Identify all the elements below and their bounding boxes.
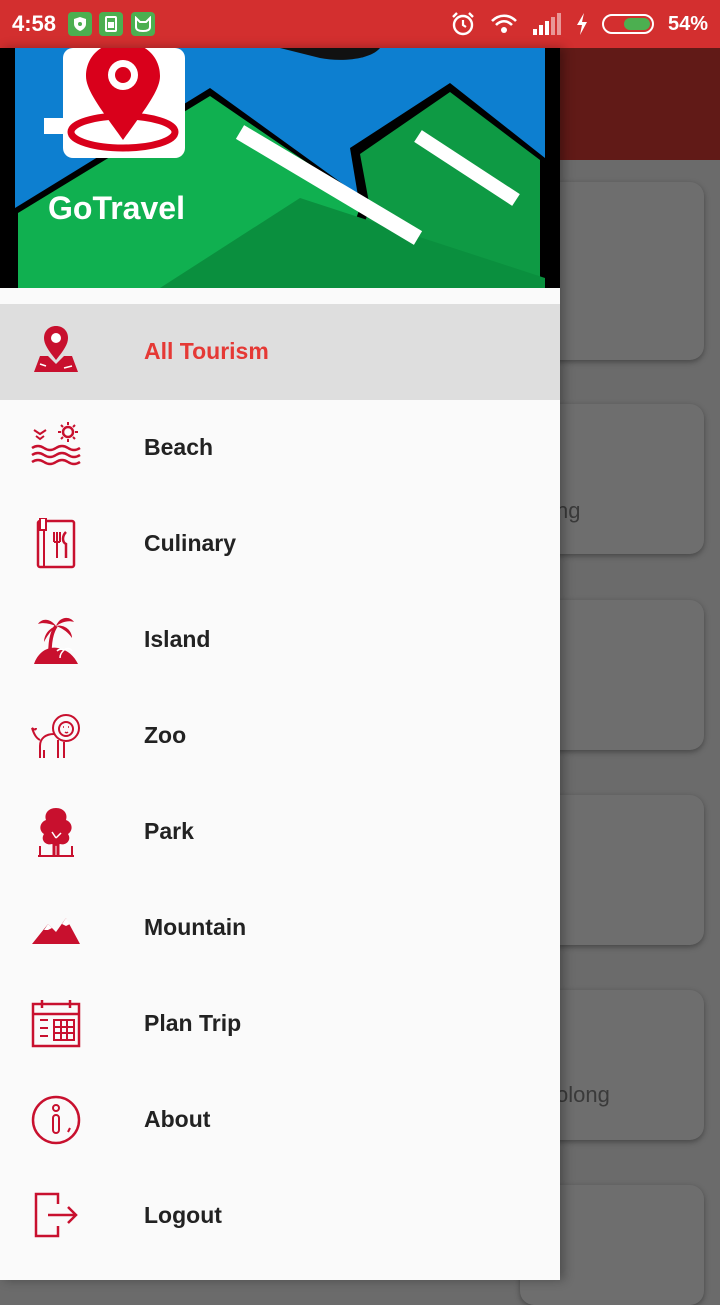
menu-item-about[interactable]: About (0, 1072, 560, 1168)
map-pin-icon (34, 326, 78, 372)
logout-icon (34, 1192, 78, 1238)
menu-item-label: Island (144, 626, 211, 652)
menu-item-mountain[interactable]: Mountain (0, 880, 560, 976)
menu-item-label: Plan Trip (144, 1010, 242, 1036)
background-card-text: olong (556, 1082, 610, 1107)
beach-waves-icon (31, 422, 81, 466)
menu-item-park[interactable]: Park (0, 784, 560, 880)
menu-item-all-tourism[interactable]: All Tourism (0, 304, 560, 400)
info-icon (31, 1095, 81, 1145)
cat-icon (131, 12, 155, 36)
menu-item-label: Culinary (144, 530, 237, 556)
calendar-icon (31, 1000, 81, 1048)
wifi-icon (491, 14, 517, 33)
menu-item-culinary[interactable]: Culinary (0, 496, 560, 592)
app-name: GoTravel (48, 190, 185, 226)
battery-percentage: 54% (667, 12, 708, 35)
mountain-icon (32, 918, 80, 944)
drawer-menu: All Tourism Beach Culinary Island Zoo Pa… (0, 304, 560, 1264)
menu-item-beach[interactable]: Beach (0, 400, 560, 496)
menu-item-zoo[interactable]: Zoo (0, 688, 560, 784)
menu-item-island[interactable]: Island (0, 592, 560, 688)
menu-item-label: About (144, 1106, 211, 1132)
charging-icon (576, 13, 587, 35)
menu-item-label: Mountain (144, 914, 247, 940)
header-landscape-illustration (0, 48, 560, 288)
navigation-drawer: GoTravel All Tourism Beach Culinary Isla… (0, 48, 560, 1280)
menu-item-logout[interactable]: Logout (0, 1168, 560, 1264)
drawer-header: GoTravel (0, 48, 560, 288)
menu-item-label: All Tourism (144, 338, 269, 364)
signal-icon (532, 13, 561, 35)
menu-item-label: Zoo (144, 722, 187, 748)
alarm-icon (452, 12, 474, 36)
battery-icon (601, 14, 654, 34)
tree-icon (38, 808, 74, 857)
status-bar: 4:58 54% (0, 0, 720, 48)
menu-item-label: Park (144, 818, 194, 844)
palm-island-icon (34, 617, 78, 664)
sim-icon (99, 12, 123, 36)
lion-icon (31, 714, 80, 758)
status-time: 4:58 (12, 11, 57, 36)
shield-icon (68, 12, 92, 36)
menu-item-label: Logout (144, 1202, 222, 1228)
menu-book-icon (36, 518, 76, 569)
menu-item-plan-trip[interactable]: Plan Trip (0, 976, 560, 1072)
menu-item-label: Beach (144, 434, 214, 460)
